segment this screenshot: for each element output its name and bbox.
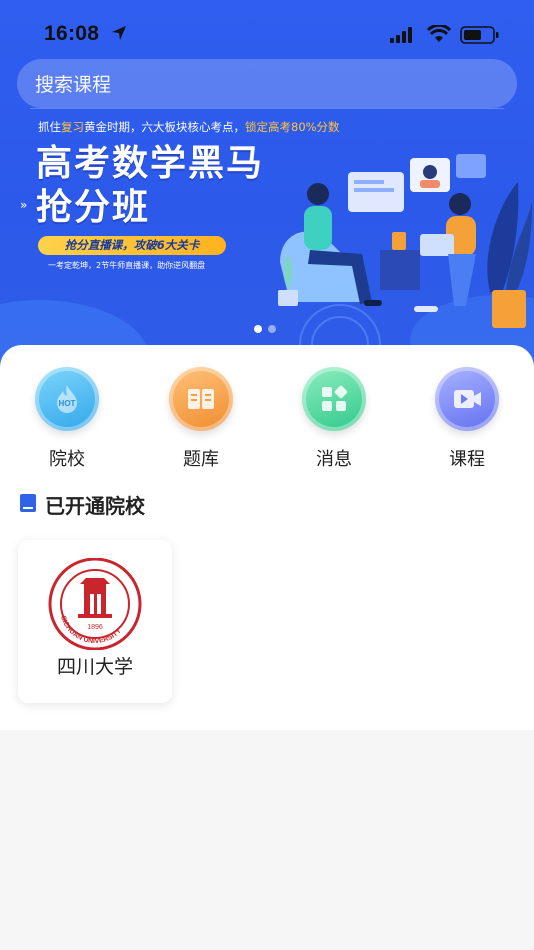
book-glyph (188, 389, 214, 409)
search-bar[interactable] (17, 59, 517, 110)
promo-banner[interactable]: 抓住复习黄金时期，六大板块核心考点，锁定高考80%分数 高考数学黑马 抢分班 »… (0, 112, 534, 352)
carousel-dot[interactable] (268, 325, 276, 333)
banner-pill: 抢分直播课，攻破6大关卡 (38, 236, 226, 255)
book-icon (20, 494, 36, 512)
carousel-dot-active[interactable] (254, 325, 262, 333)
cellular-signal-icon (390, 27, 412, 43)
status-bar: 16:08 (0, 0, 534, 60)
banner-title: 高考数学黑马 抢分班 (36, 142, 264, 230)
tagline-text: 抓住 (38, 120, 61, 134)
students-illustration (278, 154, 532, 328)
tagline-highlight: 锁定高考80%分数 (245, 120, 340, 134)
nav-item-courses[interactable]: 课程 (417, 367, 517, 477)
nav-label: 消息 (316, 449, 352, 470)
nav-item-messages[interactable]: 消息 (284, 367, 384, 477)
divider (30, 108, 504, 109)
school-card[interactable]: 1896 SICHUAN UNIVERSITY 四川大学 (18, 540, 172, 703)
wifi-icon (427, 25, 451, 42)
hot-text: HOT (59, 399, 76, 408)
status-time: 16:08 (44, 22, 100, 45)
video-icon (435, 367, 499, 431)
video-glyph (454, 390, 481, 408)
search-input[interactable] (33, 59, 507, 110)
seal-year: 1896 (87, 624, 103, 631)
nav-label: 课程 (449, 449, 485, 470)
nav-label: 院校 (49, 449, 85, 470)
tagline-highlight: 复习 (61, 120, 84, 134)
location-arrow-icon (112, 26, 126, 40)
tagline-text: 黄金时期 (84, 120, 130, 134)
quick-nav: HOT 院校 题库 消息 课程 (0, 367, 534, 477)
book-open-icon (169, 367, 233, 431)
banner-tagline: 抓住复习黄金时期，六大板块核心考点，锁定高考80%分数 (38, 119, 340, 135)
nav-item-schools[interactable]: HOT 院校 (17, 367, 117, 477)
nav-label: 题库 (183, 449, 219, 470)
section-title: 已开通院校 (45, 494, 145, 518)
banner-title-line: 高考数学黑马 (36, 143, 265, 184)
header-banner-area: 16:08 抓住复习黄金时期，六大板块核心考点，锁定高考80%分数 (0, 0, 534, 372)
flame-glyph: HOT (57, 385, 77, 413)
grid-glyph (322, 385, 348, 411)
nav-item-question-bank[interactable]: 题库 (151, 367, 251, 477)
double-chevron-icon: » (20, 198, 28, 212)
main-content: HOT 院校 题库 消息 课程 已开通院校 1896 SICHUAN UNIVE… (0, 345, 534, 730)
carousel-indicator (254, 318, 282, 337)
university-seal-icon: 1896 SICHUAN UNIVERSITY (48, 558, 142, 650)
grid-icon (302, 367, 366, 431)
school-name: 四川大学 (56, 656, 133, 678)
tagline-text: ，六大板块核心考点， (130, 120, 245, 134)
battery-icon (460, 26, 499, 44)
hot-flame-icon: HOT (35, 367, 99, 431)
banner-title-line: 抢分班 (36, 187, 151, 228)
banner-subtitle: 一考定乾坤，2节牛师直播课，助你逆风翻盘 (48, 261, 206, 270)
